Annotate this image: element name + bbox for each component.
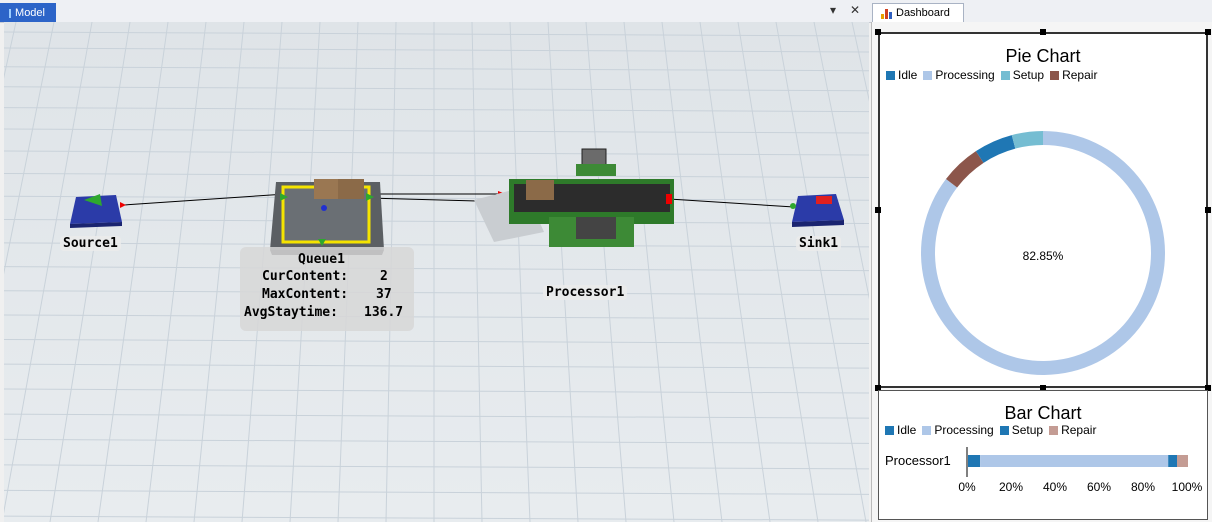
resize-handle[interactable] bbox=[1205, 29, 1211, 35]
bar-chart-title: Bar Chart bbox=[1004, 403, 1082, 423]
pie-chart-title: Pie Chart bbox=[1005, 46, 1081, 66]
tab-model-label: Model bbox=[15, 7, 45, 19]
bar-legend-label: Idle bbox=[897, 423, 917, 437]
bar-segment-setup bbox=[1168, 455, 1177, 467]
bar-tick-label: 80% bbox=[1131, 480, 1155, 494]
resize-handle[interactable] bbox=[1205, 207, 1211, 213]
dropdown-icon[interactable]: ▾ bbox=[830, 3, 836, 17]
sink-label: Sink1 bbox=[796, 236, 842, 251]
bar-legend-swatch bbox=[885, 425, 894, 435]
model-view[interactable]: Source1 Queue1 CurContent: 2 MaxContent:… bbox=[4, 22, 869, 522]
bar-tick-label: 100% bbox=[1172, 480, 1203, 494]
bar-legend-swatch bbox=[1049, 425, 1059, 435]
pie-slice-idle bbox=[975, 135, 1016, 163]
tab-dashboard[interactable]: Dashboard bbox=[872, 3, 964, 22]
cur-content-label: CurContent: bbox=[262, 269, 349, 284]
queue-stats-panel: Queue1 CurContent: 2 MaxContent: 37 AvgS… bbox=[240, 247, 414, 331]
bar-chart-plot: 0% 20% 40% 60% 80% 100% bbox=[958, 447, 1203, 494]
bar-legend-label: Setup bbox=[1011, 423, 1044, 437]
pie-slice-setup bbox=[1011, 131, 1043, 149]
max-content-value: 37 bbox=[376, 287, 392, 302]
avg-staytime-label: AvgStaytime: bbox=[244, 305, 338, 320]
bar-legend-item: Idle bbox=[885, 423, 916, 437]
bar-legend-item: Processing bbox=[922, 423, 994, 437]
bar-tick-label: 60% bbox=[1087, 480, 1111, 494]
resize-handle[interactable] bbox=[875, 207, 881, 213]
source-object bbox=[70, 194, 122, 228]
dashboard-tabbar: Dashboard bbox=[869, 0, 1212, 23]
queue-label: Queue1 bbox=[298, 252, 345, 267]
max-content-label: MaxContent: bbox=[262, 287, 349, 302]
bar-tick-label: 40% bbox=[1043, 480, 1067, 494]
cur-content-value: 2 bbox=[380, 269, 388, 284]
bar-chart-legend: Idle Processing Setup Repair bbox=[885, 423, 1096, 437]
resize-handle[interactable] bbox=[1040, 29, 1046, 35]
bar-segment-processing bbox=[980, 455, 1169, 467]
avg-staytime-value: 136.7 bbox=[364, 305, 404, 320]
pie-slice-repair bbox=[945, 151, 984, 188]
bar-legend-item: Setup bbox=[999, 423, 1044, 437]
dashboard-panel: Pie Chart Idle Processing Setup Repair 82.8… bbox=[871, 22, 1212, 522]
source-label: Source1 bbox=[60, 236, 121, 251]
tab-model[interactable]: Model bbox=[0, 3, 56, 22]
close-icon[interactable]: ✕ bbox=[850, 3, 860, 17]
bar-chart-icon bbox=[881, 7, 892, 19]
model-floor bbox=[4, 22, 869, 522]
sink-object bbox=[790, 194, 844, 227]
queue-object bbox=[270, 179, 384, 255]
bar-segment-idle bbox=[968, 455, 981, 467]
model-icon bbox=[9, 8, 12, 18]
pie-center-label: 82.85% bbox=[1022, 249, 1064, 263]
pie-chart-plot bbox=[921, 131, 1165, 376]
bar-chart-panel[interactable]: Bar Chart Idle Processing Setup Repair Proc… bbox=[878, 390, 1208, 520]
bar-legend-item: Repair bbox=[1049, 423, 1096, 437]
pie-chart-panel[interactable]: Pie Chart Idle Processing Setup Repair 82.8… bbox=[878, 32, 1208, 388]
resize-handle[interactable] bbox=[875, 29, 881, 35]
bar-legend-swatch bbox=[922, 425, 932, 435]
bar-legend-label: Repair bbox=[1061, 423, 1097, 437]
bar-legend-label: Processing bbox=[934, 423, 994, 437]
processor-label: Processor1 bbox=[543, 285, 628, 300]
bar-segment-repair bbox=[1177, 455, 1188, 467]
bar-legend-swatch bbox=[999, 425, 1009, 435]
model-tabbar: Model ▾ ✕ bbox=[0, 0, 869, 23]
bar-tick-label: 20% bbox=[999, 480, 1023, 494]
bar-tick-label: 0% bbox=[958, 480, 976, 494]
tab-dashboard-label: Dashboard bbox=[896, 7, 950, 19]
